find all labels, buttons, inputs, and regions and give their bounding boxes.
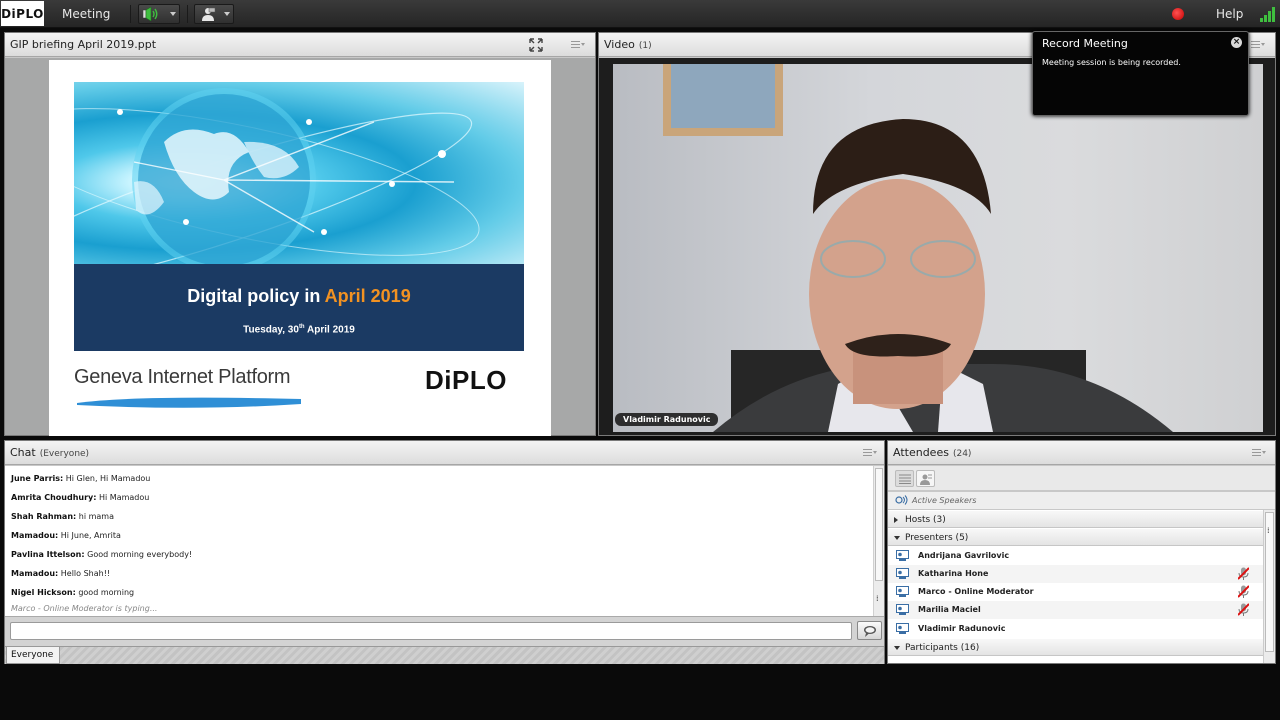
- attendees-pod-header: Attendees (24): [888, 441, 1275, 465]
- group-presenters[interactable]: Presenters (5): [888, 528, 1263, 546]
- chevron-down-icon: [894, 646, 900, 650]
- attendee-row[interactable]: Marilia Maciel: [888, 601, 1263, 619]
- webcam-share-button[interactable]: [194, 4, 234, 24]
- meeting-menu[interactable]: Meeting: [62, 0, 110, 28]
- chat-message: Shah Rahman: hi mama: [11, 512, 114, 521]
- pod-options-menu[interactable]: [1251, 41, 1265, 49]
- gip-swoosh-graphic: [77, 397, 301, 408]
- chat-message: Mamadou: Hello Shah!!: [11, 569, 111, 578]
- speaker-toggle-button[interactable]: [138, 4, 180, 24]
- connection-signal-icon: [1260, 6, 1276, 22]
- group-hosts[interactable]: Hosts (3): [888, 510, 1263, 528]
- chat-message: Mamadou: Hi June, Amrita: [11, 531, 121, 540]
- attendee-row[interactable]: Marco - Online Moderator: [888, 583, 1263, 601]
- chat-tab-everyone[interactable]: Everyone: [6, 647, 60, 664]
- slide-date: Tuesday, 30th April 2019: [243, 324, 355, 336]
- fullscreen-icon[interactable]: [529, 38, 543, 52]
- chevron-right-icon: [894, 517, 898, 523]
- diplo-slide-logo: DiPLO: [425, 365, 507, 395]
- chat-compose-bar: [5, 616, 884, 646]
- pod-options-menu[interactable]: [1252, 449, 1266, 457]
- chat-pod: Chat (Everyone) June Parris: Hi Glen, Hi …: [4, 440, 885, 664]
- share-pod-header: GIP briefing April 2019.ppt: [5, 33, 595, 57]
- toolbar-separator: [130, 5, 131, 23]
- microphone-muted-icon[interactable]: [1238, 603, 1249, 616]
- presenter-icon: [896, 604, 909, 615]
- webcam-person-icon: [202, 7, 216, 21]
- chat-message-list: June Parris: Hi Glen, Hi Mamadou Amrita …: [5, 466, 884, 616]
- record-meeting-notification: Record Meeting Meeting session is being …: [1032, 31, 1249, 116]
- speech-bubble-icon: [864, 626, 876, 637]
- speaker-on-icon: [143, 7, 158, 21]
- typing-indicator: Marco - Online Moderator is typing...: [11, 604, 158, 613]
- record-popup-message: Meeting session is being recorded.: [1042, 58, 1181, 67]
- slide-title: Digital policy in April 2019: [187, 286, 411, 306]
- diplo-logo: DiPLO: [1, 1, 44, 26]
- record-popup-title: Record Meeting: [1042, 37, 1128, 50]
- chevron-down-icon[interactable]: [224, 12, 230, 16]
- presentation-slide: Digital policy in April 2019 Tuesday, 30…: [49, 60, 551, 436]
- presenter-icon: [896, 550, 909, 561]
- attendee-row[interactable]: Vladimir Radunovic: [888, 620, 1263, 638]
- slide-title-band: Digital policy in April 2019 Tuesday, 30…: [74, 264, 524, 351]
- globe-network-image: [74, 82, 524, 264]
- presenter-icon: [896, 623, 909, 634]
- toolbar-separator: [187, 5, 188, 23]
- active-speakers-row: Active Speakers: [888, 492, 1275, 510]
- attendees-pod-title: Attendees (24): [893, 446, 972, 459]
- chevron-down-icon: [894, 536, 900, 540]
- attendee-list: Hosts (3) Presenters (5) Andrijana Gavri…: [888, 510, 1263, 663]
- chat-message: Nigel Hickson: good morning: [11, 588, 135, 597]
- pod-options-menu[interactable]: [863, 449, 877, 457]
- list-view-icon: [899, 474, 911, 484]
- chat-message-input[interactable]: [10, 622, 852, 640]
- chat-scrollbar[interactable]: ⁞: [873, 466, 884, 616]
- share-pod-title: GIP briefing April 2019.ppt: [10, 38, 157, 51]
- pod-options-menu[interactable]: [571, 41, 585, 49]
- recording-indicator-icon[interactable]: [1172, 8, 1184, 20]
- attendees-pod: Attendees (24) Active Speakers Hosts (3) …: [887, 440, 1276, 664]
- scrollbar-thumb[interactable]: [875, 468, 883, 581]
- chat-pod-header: Chat (Everyone): [5, 441, 884, 465]
- webcam-video-feed[interactable]: Vladimir Radunovic: [613, 64, 1263, 432]
- status-view-button[interactable]: [916, 470, 935, 487]
- adobe-connect-window: DiPLO Meeting Help GIP briefing April 20…: [0, 0, 1280, 720]
- attendee-row[interactable]: Katharina Hone: [888, 565, 1263, 583]
- share-pod: GIP briefing April 2019.ppt Digital poli…: [4, 32, 596, 436]
- chat-message: June Parris: Hi Glen, Hi Mamadou: [11, 474, 151, 483]
- microphone-muted-icon[interactable]: [1238, 585, 1249, 598]
- chevron-down-icon[interactable]: [170, 12, 176, 16]
- chat-message: Pavlina Ittelson: Good morning everybody…: [11, 550, 193, 559]
- microphone-muted-icon[interactable]: [1238, 567, 1249, 580]
- list-view-button[interactable]: [895, 470, 914, 487]
- chat-message: Amrita Choudhury: Hi Mamadou: [11, 493, 150, 502]
- group-participants[interactable]: Participants (16): [888, 638, 1263, 656]
- help-menu[interactable]: Help: [1216, 0, 1243, 28]
- chat-pod-title: Chat (Everyone): [10, 446, 90, 459]
- presenter-icon: [896, 568, 909, 579]
- close-icon[interactable]: ×: [1231, 37, 1242, 48]
- send-message-button[interactable]: [857, 621, 882, 640]
- scroll-grip-icon: ⁞: [876, 594, 879, 603]
- active-speaker-icon: [895, 495, 908, 505]
- geneva-internet-platform-logo: Geneva Internet Platform: [74, 366, 291, 388]
- attendee-scrollbar[interactable]: ⁞: [1263, 510, 1275, 663]
- video-pod-title: Video (1): [604, 38, 652, 51]
- attendees-toolbar: [888, 466, 1275, 491]
- scroll-grip-icon: ⁞: [1267, 526, 1270, 535]
- slide-viewport: Digital policy in April 2019 Tuesday, 30…: [5, 58, 595, 436]
- person-status-icon: [920, 474, 932, 485]
- video-speaker-label: Vladimir Radunovic: [615, 413, 719, 426]
- presenter-icon: [896, 586, 909, 597]
- chat-tab-bar: Everyone: [5, 646, 884, 664]
- top-menu-bar: DiPLO Meeting Help: [0, 0, 1280, 28]
- attendee-row[interactable]: Andrijana Gavrilovic: [888, 547, 1263, 565]
